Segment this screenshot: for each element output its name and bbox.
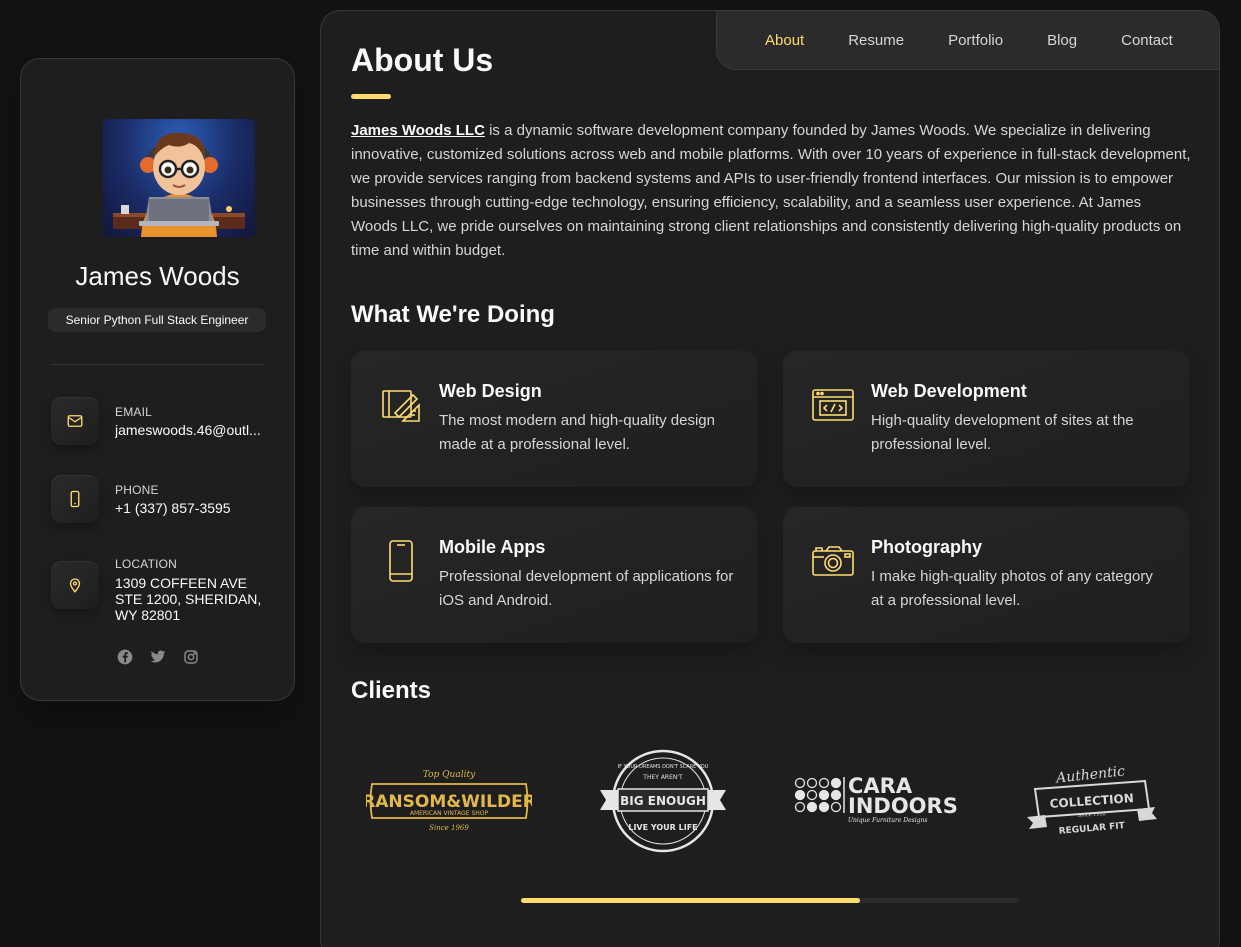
- service-title: Web Design: [439, 381, 542, 401]
- clients-heading: Clients: [351, 677, 432, 704]
- svg-text:RANSOM&WILDER: RANSOM&WILDER: [366, 792, 532, 812]
- about-text: James Woods LLC is a dynamic software de…: [351, 119, 1191, 263]
- service-text: I make high-quality photos of any catego…: [871, 568, 1153, 609]
- clients-scrollbar[interactable]: [521, 898, 1019, 903]
- svg-text:Since 1932: Since 1932: [1078, 811, 1107, 819]
- navbar: About Resume Portfolio Blog Contact: [716, 11, 1219, 70]
- location-label: Location: [115, 557, 178, 571]
- avatar: [103, 119, 255, 237]
- twitter-icon[interactable]: [150, 649, 166, 665]
- service-text: The most modern and high-quality design …: [439, 412, 715, 453]
- design-icon: [379, 383, 423, 427]
- svg-text:REGULAR FIT: REGULAR FIT: [1058, 821, 1126, 837]
- service-card-web-design: Web Design The most modern and high-qual…: [351, 351, 757, 487]
- svg-text:Top Quality: Top Quality: [423, 770, 476, 780]
- phone-label: Phone: [115, 483, 159, 497]
- client-logo-ransom-wilder[interactable]: Top Quality RANSOM&WILDER AMERICAN VINTA…: [365, 746, 533, 856]
- services-heading: What We're Doing: [351, 301, 555, 328]
- separator: [51, 364, 265, 365]
- nav-contact[interactable]: Contact: [1121, 32, 1173, 49]
- company-link[interactable]: James Woods LLC: [351, 122, 485, 139]
- svg-text:COLLECTION: COLLECTION: [1049, 791, 1134, 811]
- service-card-mobile-apps: Mobile Apps Professional development of …: [351, 507, 757, 643]
- service-card-web-development: Web Development High-quality development…: [783, 351, 1189, 487]
- profile-title-badge: Senior Python Full Stack Engineer: [48, 308, 266, 332]
- avatar-illustration: [113, 132, 245, 237]
- service-text: High-quality development of sites at the…: [871, 412, 1134, 453]
- contact-email: Email jameswoods.46@outl...: [51, 397, 281, 445]
- location-address: 1309 COFFEEN AVE STE 1200, SHERIDAN, WY …: [115, 575, 262, 623]
- contact-phone: Phone +1 (337) 857-3595: [51, 475, 281, 523]
- service-title: Photography: [871, 537, 982, 557]
- page-title: About Us: [351, 42, 494, 78]
- scrollbar-thumb[interactable]: [521, 898, 860, 903]
- service-card-photography: Photography I make high-quality photos o…: [783, 507, 1189, 643]
- email-link[interactable]: jameswoods.46@outl...: [115, 422, 265, 438]
- instagram-icon[interactable]: [183, 649, 199, 665]
- svg-text:THEY AREN'T: THEY AREN'T: [642, 774, 683, 781]
- client-logo-cara-indoors[interactable]: CARA INDOORS Unique Furniture Designs: [791, 746, 961, 856]
- social-links: [21, 649, 294, 665]
- nav-resume[interactable]: Resume: [848, 32, 904, 49]
- svg-text:BIG ENOUGH: BIG ENOUGH: [620, 794, 706, 808]
- svg-text:AMERICAN VINTAGE SHOP: AMERICAN VINTAGE SHOP: [410, 810, 489, 817]
- service-title: Mobile Apps: [439, 537, 546, 557]
- map-pin-icon: [51, 561, 99, 609]
- phone-link[interactable]: +1 (337) 857-3595: [115, 500, 265, 516]
- profile-sidebar: James Woods Senior Python Full Stack Eng…: [20, 58, 295, 701]
- camera-icon: [811, 539, 855, 583]
- nav-blog[interactable]: Blog: [1047, 32, 1077, 49]
- svg-text:LIVE YOUR LIFE: LIVE YOUR LIFE: [628, 823, 697, 832]
- svg-text:IF YOUR DREAMS DON'T SCARE YOU: IF YOUR DREAMS DON'T SCARE YOU: [618, 764, 709, 770]
- client-logo-authentic-collection[interactable]: Authentic COLLECTION Since 1932 REGULAR …: [1023, 746, 1159, 856]
- client-logo-big-enough[interactable]: IF YOUR DREAMS DON'T SCARE YOU THEY AREN…: [597, 746, 729, 856]
- title-underline: [351, 94, 391, 99]
- svg-text:Since 1969: Since 1969: [429, 824, 469, 832]
- svg-text:Unique Furniture Designs: Unique Furniture Designs: [848, 817, 927, 824]
- svg-text:INDOORS: INDOORS: [848, 794, 958, 818]
- contact-location: Location 1309 COFFEEN AVE STE 1200, SHER…: [51, 557, 281, 631]
- service-title: Web Development: [871, 381, 1027, 401]
- profile-name: James Woods: [75, 261, 240, 291]
- facebook-icon[interactable]: [117, 649, 133, 665]
- service-text: Professional development of applications…: [439, 568, 734, 609]
- email-label: Email: [115, 405, 153, 419]
- nav-portfolio[interactable]: Portfolio: [948, 32, 1003, 49]
- phone-icon: [51, 475, 99, 523]
- mail-icon: [51, 397, 99, 445]
- about-body: is a dynamic software development compan…: [351, 122, 1191, 259]
- main-panel: About Resume Portfolio Blog Contact Abou…: [320, 10, 1220, 947]
- smartphone-icon: [379, 539, 423, 583]
- code-window-icon: [811, 383, 855, 427]
- nav-about[interactable]: About: [765, 32, 804, 49]
